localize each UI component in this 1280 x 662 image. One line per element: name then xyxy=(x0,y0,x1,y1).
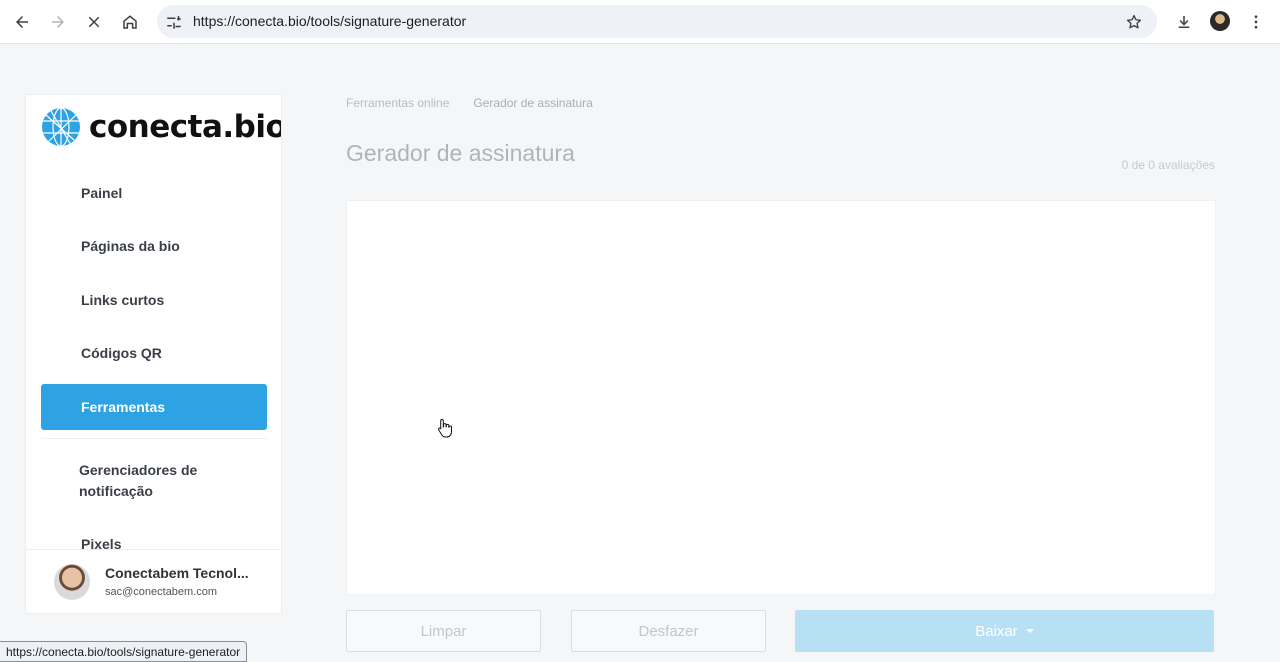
close-icon xyxy=(88,16,100,28)
sidebar-item-painel[interactable]: Painel xyxy=(41,170,267,216)
sidebar-item-links-curtos[interactable]: Links curtos xyxy=(41,277,267,323)
breadcrumb: Ferramentas online Gerador de assinatura xyxy=(346,96,593,110)
download-button-label: Baixar xyxy=(975,622,1018,640)
caret-down-icon xyxy=(1025,629,1034,633)
user-account-card[interactable]: Conectabem Tecnol... sac@conectabem.com xyxy=(25,549,282,613)
breadcrumb-tools-link[interactable]: Ferramentas online xyxy=(346,96,449,110)
more-vertical-icon xyxy=(1254,15,1258,29)
page-content: conecta.bio Painel Páginas da bio Links … xyxy=(0,45,1280,662)
sidebar-item-label: Painel xyxy=(81,185,123,201)
home-icon xyxy=(123,15,137,29)
brand-logo[interactable]: conecta.bio xyxy=(41,106,282,148)
download-button[interactable]: Baixar xyxy=(795,610,1214,652)
stop-loading-button[interactable] xyxy=(80,8,108,36)
address-bar[interactable]: https://conecta.bio/tools/signature-gene… xyxy=(157,5,1157,38)
user-email: sac@conectabem.com xyxy=(105,586,218,598)
sidebar-item-label: Ferramentas xyxy=(81,399,166,415)
download-icon xyxy=(1178,16,1190,28)
sidebar-item-paginas-da-bio[interactable]: Páginas da bio xyxy=(41,223,267,269)
browser-toolbar: https://conecta.bio/tools/signature-gene… xyxy=(0,0,1280,44)
sidebar-item-label: Páginas da bio xyxy=(81,238,180,254)
home-button[interactable] xyxy=(116,8,144,36)
page-title: Gerador de assinatura xyxy=(346,140,575,166)
bookmark-star-icon[interactable] xyxy=(1125,13,1143,31)
avatar xyxy=(54,564,90,600)
downloads-button[interactable] xyxy=(1170,8,1198,36)
sidebar-item-label: Códigos QR xyxy=(81,345,162,361)
ratings-count[interactable]: 0 de 0 avaliações xyxy=(1122,158,1215,172)
back-button[interactable] xyxy=(8,8,36,36)
breadcrumb-current: Gerador de assinatura xyxy=(473,96,593,110)
sidebar-item-codigos-qr[interactable]: Códigos QR xyxy=(41,330,267,376)
sidebar-item-label: Gerenciadores de notificação xyxy=(79,462,198,499)
brand-name: conecta.bio xyxy=(89,109,282,145)
sidebar-item-label: Links curtos xyxy=(81,292,165,308)
link-status-bar: https://conecta.bio/tools/signature-gene… xyxy=(0,641,248,662)
sidebar-item-ferramentas[interactable]: Ferramentas xyxy=(41,384,267,430)
profile-avatar[interactable] xyxy=(1210,11,1230,31)
sidebar-divider xyxy=(41,438,267,439)
forward-button[interactable] xyxy=(44,8,72,36)
arrow-left-icon xyxy=(16,16,28,28)
site-settings-icon[interactable] xyxy=(165,13,183,31)
clear-button[interactable]: Limpar xyxy=(346,610,541,652)
arrow-right-icon xyxy=(52,16,64,28)
undo-button[interactable]: Desfazer xyxy=(571,610,766,652)
browser-menu-button[interactable] xyxy=(1242,8,1270,36)
url-text: https://conecta.bio/tools/signature-gene… xyxy=(193,13,467,29)
sidebar-item-gerenciadores-de-notificacao[interactable]: Gerenciadores de notificação xyxy=(41,455,267,507)
sidebar: conecta.bio Painel Páginas da bio Links … xyxy=(25,94,282,614)
globe-logo-icon xyxy=(42,107,80,147)
signature-canvas[interactable] xyxy=(346,200,1216,595)
hand-pointer-cursor-icon xyxy=(438,418,452,438)
user-name: Conectabem Tecnol... xyxy=(105,565,249,581)
